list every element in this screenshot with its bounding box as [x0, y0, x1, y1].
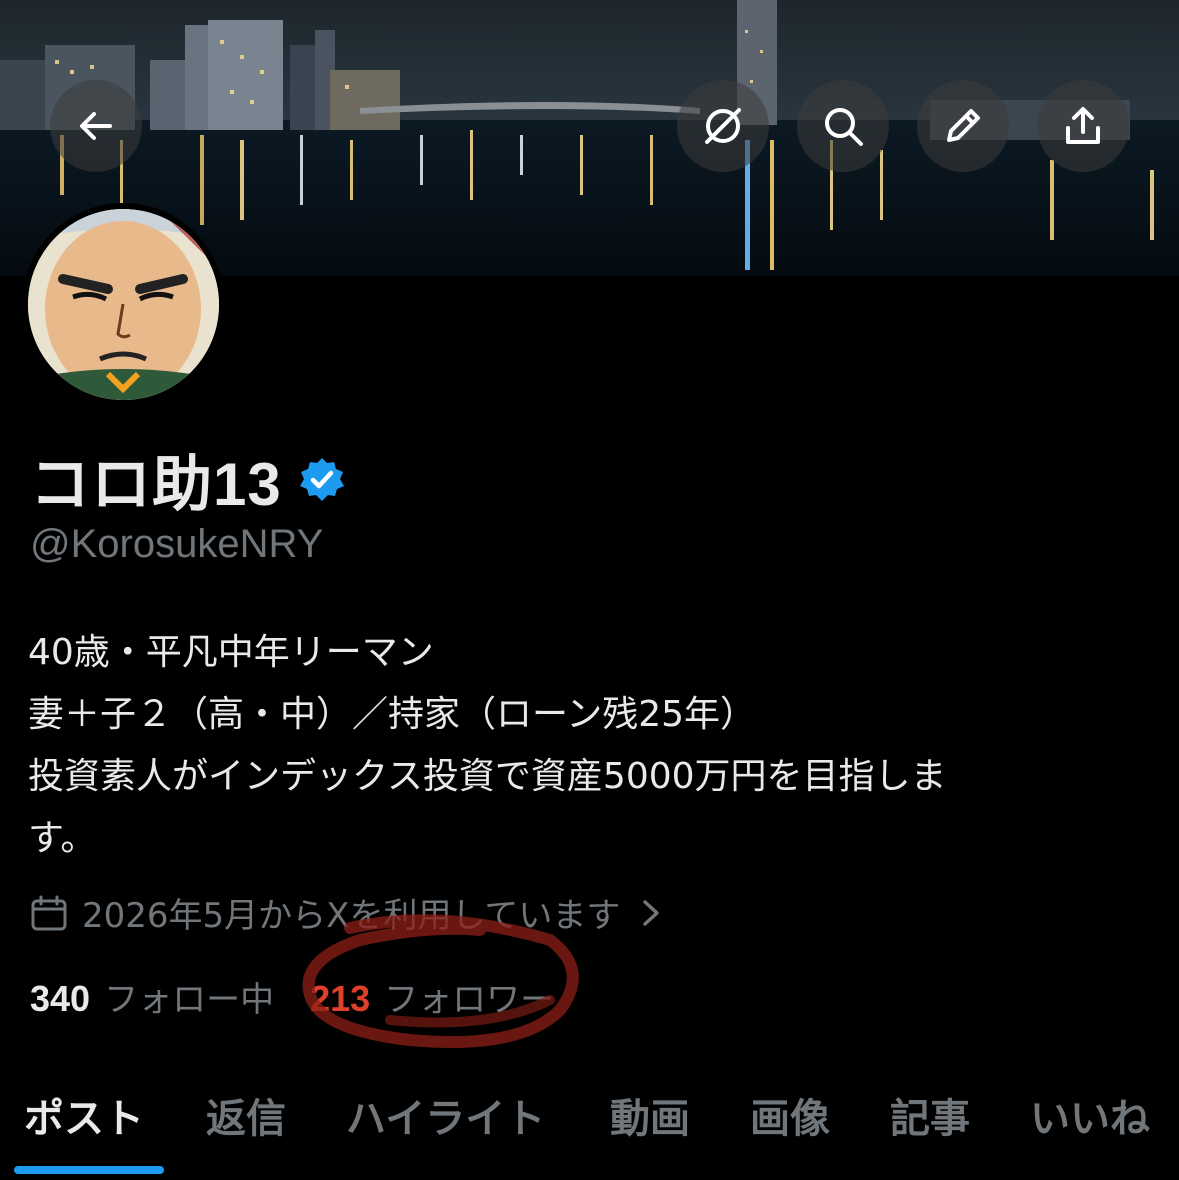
share-icon [1066, 107, 1100, 144]
search-icon [825, 108, 863, 146]
tab-highlights[interactable]: ハイライト [346, 1086, 545, 1144]
profile-handle: @KorosukeNRY [30, 522, 324, 566]
edit-icon [947, 109, 980, 142]
search-button[interactable] [797, 80, 889, 172]
tab-posts[interactable]: ポスト [24, 1086, 144, 1144]
avatar-image [28, 209, 219, 400]
tab-images[interactable]: 画像 [750, 1086, 830, 1144]
tab-videos[interactable]: 動画 [610, 1086, 690, 1144]
tab-likes[interactable]: いいね [1030, 1086, 1150, 1144]
active-tab-indicator [14, 1166, 164, 1174]
profile-name-row: コロ助13 [30, 436, 346, 523]
bio-line: 妻＋子２（高・中）／持家（ローン残25年） [28, 694, 757, 735]
profile-bio: 40歳・平凡中年リーマン 妻＋子２（高・中）／持家（ローン残25年） 投資素人が… [28, 622, 1148, 870]
grok-button[interactable] [677, 80, 769, 172]
tab-articles[interactable]: 記事 [890, 1086, 970, 1144]
back-button[interactable] [50, 80, 142, 172]
edit-button[interactable] [917, 80, 1009, 172]
avatar[interactable] [22, 203, 225, 406]
arrow-left-icon [80, 112, 112, 140]
bio-line: す。 [28, 818, 97, 859]
red-circle-annotation [302, 914, 579, 1048]
bio-line: 40歳・平凡中年リーマン [28, 632, 434, 673]
chevron-right-icon [643, 899, 660, 926]
grok-icon [705, 108, 741, 144]
following-label[interactable]: フォロー中 [104, 972, 274, 1021]
verified-badge-icon [299, 457, 344, 501]
calendar-icon [31, 895, 67, 930]
tab-replies[interactable]: 返信 [206, 1086, 286, 1144]
profile-tabs: ポスト 返信 ハイライト 動画 画像 記事 いいね [0, 1078, 1179, 1180]
bio-line: 投資素人がインデックス投資で資産5000万円を目指しま [28, 756, 947, 797]
following-count[interactable]: 340 [30, 978, 90, 1020]
profile-name: コロ助13 [30, 451, 282, 518]
share-button[interactable] [1037, 80, 1129, 172]
